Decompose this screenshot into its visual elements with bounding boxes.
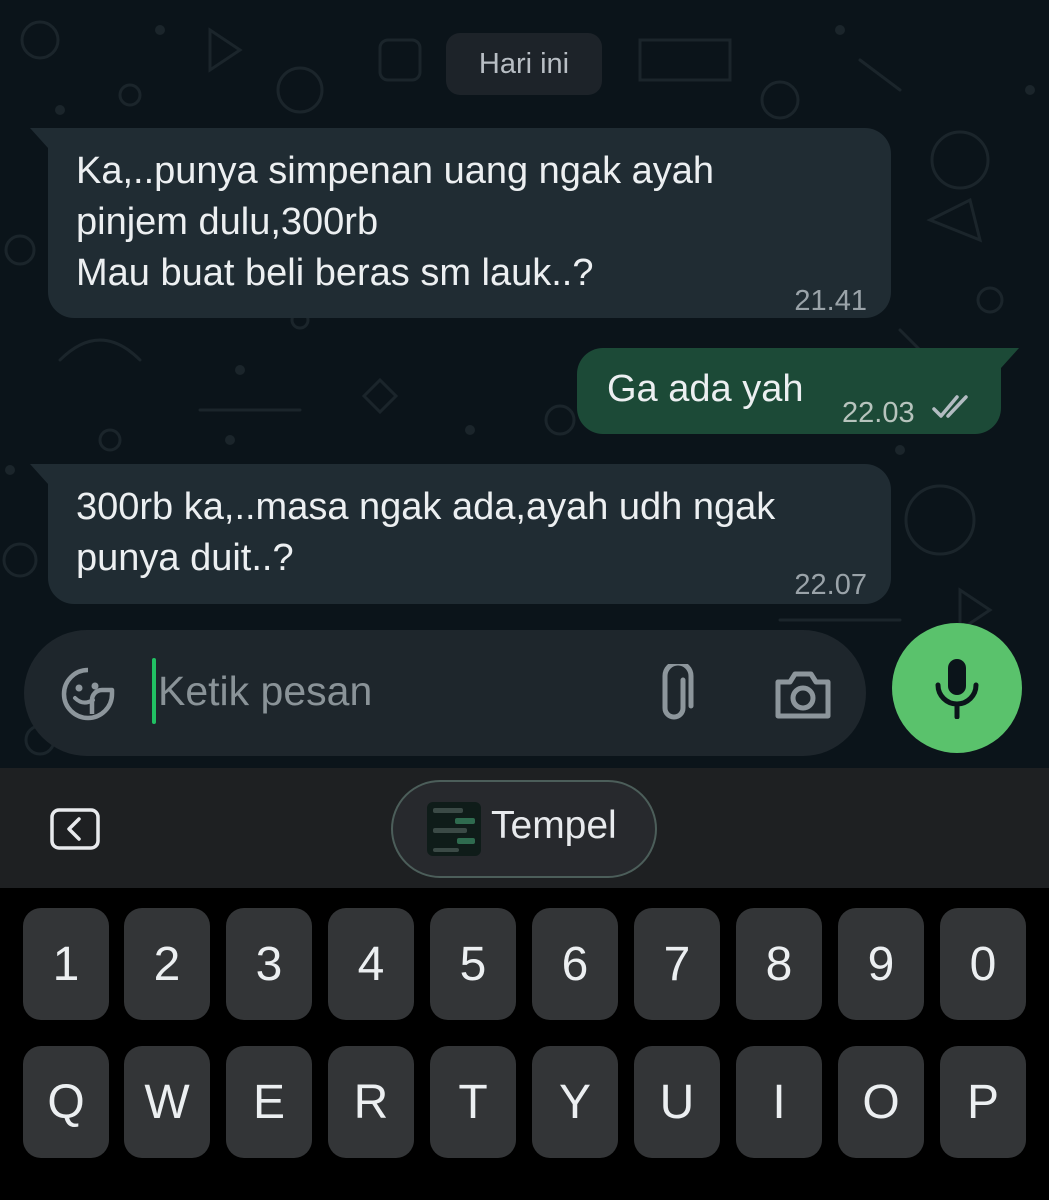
key-5[interactable]: 5 [430,908,516,1020]
key-t[interactable]: T [430,1046,516,1158]
key-2[interactable]: 2 [124,908,210,1020]
paste-label: Tempel [491,804,617,847]
message-composer [24,630,866,756]
key-4[interactable]: 4 [328,908,414,1020]
camera-icon[interactable] [772,668,834,722]
key-u[interactable]: U [634,1046,720,1158]
key-p[interactable]: P [940,1046,1026,1158]
voice-record-button[interactable] [892,623,1022,753]
key-y[interactable]: Y [532,1046,618,1158]
sticker-icon[interactable] [60,666,116,722]
message-bubble-incoming[interactable]: 300rb ka,..masa ngak ada,ayah udh ngak p… [30,464,891,604]
key-o[interactable]: O [838,1046,924,1158]
key-w[interactable]: W [124,1046,210,1158]
key-e[interactable]: E [226,1046,312,1158]
chat-area[interactable]: Hari ini Ka,..punya simpenan uang ngak a… [0,0,1049,768]
key-9[interactable]: 9 [838,908,924,1020]
message-time: 22.07 [794,569,867,601]
message-text: Ga ada yah [607,368,804,410]
key-q[interactable]: Q [23,1046,109,1158]
message-text: 300rb ka,..masa ngak ada,ayah udh ngak p… [76,486,776,579]
attach-icon[interactable] [650,664,698,724]
date-divider: Hari ini [446,33,602,95]
message-bubble-incoming[interactable]: Ka,..punya simpenan uang ngak ayah pinje… [30,128,891,318]
key-r[interactable]: R [328,1046,414,1158]
mic-icon [935,659,979,719]
message-bubble-outgoing[interactable]: Ga ada yah 22.03 [577,348,1019,434]
read-receipt-icon [932,395,968,418]
key-8[interactable]: 8 [736,908,822,1020]
message-text: Ka,..punya simpenan uang ngak ayah pinje… [76,150,715,294]
key-6[interactable]: 6 [532,908,618,1020]
message-time: 22.03 [842,397,915,429]
collapse-toolbar-icon[interactable] [50,808,100,850]
text-cursor [152,658,156,724]
paste-suggestion-chip[interactable]: Tempel [391,780,657,878]
message-time: 21.41 [794,285,867,317]
key-7[interactable]: 7 [634,908,720,1020]
clipboard-thumbnail [427,802,481,856]
key-0[interactable]: 0 [940,908,1026,1020]
key-1[interactable]: 1 [23,908,109,1020]
key-3[interactable]: 3 [226,908,312,1020]
message-input[interactable] [158,658,628,724]
key-i[interactable]: I [736,1046,822,1158]
clipboard-image-icon [433,808,475,852]
